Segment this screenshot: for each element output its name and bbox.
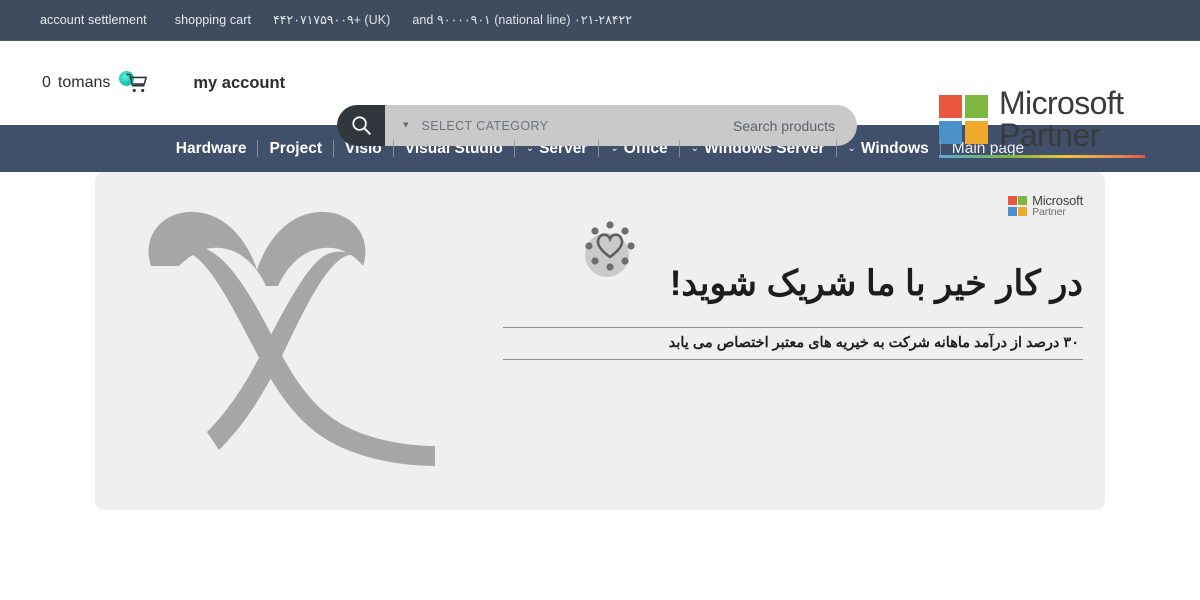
cart-currency-label: tomans — [57, 74, 111, 91]
logo-text-microsoft: Microsoft — [999, 85, 1124, 121]
logo-gradient-underline — [939, 155, 1145, 158]
chevron-down-icon: ▾ — [403, 119, 409, 131]
logo-square-blue — [939, 121, 962, 145]
subline-rule-bottom — [503, 359, 1083, 360]
logo-square-green — [965, 95, 988, 119]
category-dropdown-label: SELECT CATEGORY — [421, 118, 549, 133]
my-account-link[interactable]: my account — [193, 74, 285, 93]
nav-separator — [333, 140, 335, 157]
nav-item-label: Hardware — [175, 139, 247, 157]
nav-item-project[interactable]: Project — [258, 140, 333, 158]
heart-ribbon-graphic — [148, 211, 435, 466]
nav-item-windows[interactable]: ⌄ Windows — [837, 140, 940, 158]
search-input[interactable] — [548, 117, 857, 134]
logo-square-red — [939, 95, 962, 119]
banner-logo-square-blue — [1007, 206, 1017, 216]
site-header: 0 tomans my account ▾ SELECT CATEGORY Se… — [0, 41, 1200, 158]
chevron-down-icon: ⌄ — [610, 143, 619, 154]
topbar-link-account-settlement[interactable]: account settlement — [40, 0, 175, 41]
nav-item-label: Windows — [860, 139, 929, 157]
cart-total-amount: 0 — [42, 74, 51, 91]
banner-logo-square-red — [1007, 196, 1017, 206]
nav-item-hardware[interactable]: Hardware — [165, 140, 258, 158]
banner-logo-square-yellow — [1018, 206, 1028, 216]
banner-microsoft-partner-logo: Microsoft Partner — [1007, 193, 1083, 219]
nav-separator — [257, 140, 259, 157]
chevron-down-icon: ⌄ — [690, 143, 700, 154]
banner-logo-square-green — [1018, 196, 1028, 206]
microsoft-logo-squares — [939, 95, 988, 145]
banner-subline-block: ۳۰ درصد از درآمد ماهانه شرکت به خیریه ها… — [503, 327, 1083, 360]
hero-carousel: Microsoft Partner در کار خیر با ما شریک … — [0, 172, 1200, 600]
nav-separator — [513, 140, 515, 157]
banner-logo-text-microsoft: Microsoft — [1032, 193, 1083, 208]
top-utility-bar: account settlement shopping cart ۴۴۲۰۷۱۷… — [0, 0, 1200, 41]
topbar-uk-phone: ۴۴۲۰۷۱۷۵۹۰۰۹+ (UK) — [273, 12, 391, 27]
shopping-cart-icon — [126, 73, 148, 93]
nav-separator — [598, 140, 600, 157]
banner-logo-text-partner: Partner — [1032, 206, 1066, 219]
nav-item-label: Project — [269, 139, 323, 157]
mini-cart[interactable]: 0 tomans — [42, 70, 149, 96]
logo-text-partner: Partner — [999, 116, 1100, 153]
topbar-link-shopping-cart[interactable]: shopping cart — [175, 0, 273, 41]
nav-separator — [835, 140, 837, 157]
microsoft-partner-logo: Microsoft Partner — [939, 85, 1145, 158]
banner-subline: ۳۰ درصد از درآمد ماهانه شرکت به خیریه ها… — [668, 335, 1079, 351]
chevron-down-icon: ⌄ — [847, 143, 856, 154]
nav-separator — [678, 140, 680, 157]
nav-separator — [392, 140, 394, 157]
chevron-down-icon: ⌄ — [525, 143, 535, 154]
carousel-slide[interactable]: Microsoft Partner در کار خیر با ما شریک … — [95, 172, 1105, 510]
cart-icon[interactable] — [119, 70, 149, 96]
category-dropdown[interactable]: ▾ SELECT CATEGORY — [385, 119, 548, 133]
product-search-bar: ▾ SELECT CATEGORY — [337, 105, 857, 146]
search-icon — [351, 116, 371, 135]
topbar-national-phone: and ۹۰۰۰۰۹۰۱ (national line) ۰۲۱-۲۸۴۲۲ — [412, 12, 632, 27]
logo-square-yellow — [965, 121, 988, 145]
nav-separator — [939, 140, 941, 157]
search-submit-button[interactable] — [337, 105, 385, 146]
banner-headline: در کار خیر با ما شریک شوید! — [669, 264, 1083, 303]
banner-logo-squares — [1007, 196, 1028, 216]
